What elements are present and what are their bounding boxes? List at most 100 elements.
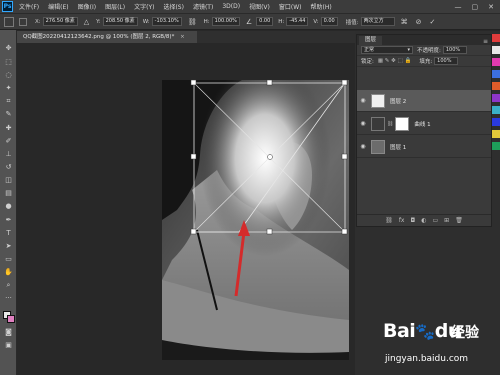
lasso-tool-icon[interactable]: ◌ — [3, 71, 14, 80]
transform-tool-icon — [4, 16, 14, 27]
h-skew-label: H: — [278, 18, 285, 25]
minimize-button[interactable]: — — [455, 3, 462, 11]
gradient-tool-icon[interactable]: ▤ — [3, 189, 14, 198]
cancel-icon[interactable]: ⊘ — [416, 18, 422, 26]
swatch-red[interactable] — [492, 34, 500, 42]
menu-file[interactable]: 文件(F) — [19, 2, 39, 11]
menu-select[interactable]: 选择(S) — [163, 2, 184, 11]
menu-view[interactable]: 视图(V) — [249, 2, 270, 11]
opacity-field[interactable]: 100% — [442, 46, 467, 54]
photoshop-logo: Ps — [2, 1, 13, 12]
menu-window[interactable]: 窗口(W) — [279, 2, 302, 11]
fill-field[interactable]: 100% — [434, 57, 459, 65]
opacity-label: 不透明度: — [417, 48, 441, 54]
layer-mask-thumbnail[interactable] — [395, 116, 410, 131]
h-skew-field[interactable]: -45.44 — [286, 17, 309, 26]
history-brush-tool-icon[interactable]: ↺ — [3, 163, 14, 172]
eye-icon[interactable]: ◉ — [357, 97, 369, 104]
magic-wand-tool-icon[interactable]: ✦ — [3, 84, 14, 93]
new-layer-icon[interactable]: ⊞ — [444, 217, 449, 224]
swatch-yellow[interactable] — [492, 130, 500, 138]
menu-image[interactable]: 图像(I) — [78, 2, 96, 11]
pen-tool-icon[interactable]: ✒ — [3, 216, 14, 225]
swatch-blue[interactable] — [492, 70, 500, 78]
warp-icon[interactable]: ⌘ — [401, 18, 408, 26]
lock-icons[interactable]: ▦ ✎ ✥ ⬚ 🔒 — [378, 58, 411, 64]
screen-mode-icon[interactable]: ▣ — [3, 341, 14, 350]
new-group-icon[interactable]: ▭ — [432, 217, 438, 224]
panel-menu-icon[interactable]: ≡ — [483, 38, 488, 45]
menu-help[interactable]: 帮助(H) — [311, 2, 332, 11]
layer-row[interactable]: ◉ ⛓ 曲线 1 — [357, 113, 491, 135]
menu-layer[interactable]: 图层(L) — [105, 2, 125, 11]
layer-row[interactable]: ◉ 图层 1 — [357, 136, 491, 158]
brush-tool-icon[interactable]: ✐ — [3, 137, 14, 146]
menu-filter[interactable]: 滤镜(T) — [193, 2, 213, 11]
swatch-white[interactable] — [492, 46, 500, 54]
menu-3d[interactable]: 3D(D) — [222, 3, 240, 10]
document-canvas-image[interactable] — [162, 80, 349, 360]
zoom-tool-icon[interactable]: ⌕ — [3, 281, 14, 290]
link-icon[interactable]: ⛓ — [188, 18, 197, 26]
path-selection-tool-icon[interactable]: ➤ — [3, 242, 14, 251]
more-tools-icon[interactable]: ··· — [3, 294, 14, 303]
background-color-swatch[interactable] — [7, 315, 15, 323]
eyedropper-tool-icon[interactable]: ✎ — [3, 110, 14, 119]
layer-row-selected[interactable]: ◉ 图层 2 — [357, 90, 491, 112]
blend-mode-select[interactable]: 正常 ▾ — [361, 46, 413, 54]
delta-icon[interactable]: △ — [84, 18, 89, 26]
chevron-down-icon: ▾ — [407, 47, 410, 53]
layer-name: 曲线 1 — [414, 121, 431, 128]
adjustment-layer-icon[interactable]: ◐ — [421, 217, 426, 224]
y-field[interactable]: 208.50 像素 — [102, 17, 138, 26]
layer-thumbnail — [371, 93, 385, 108]
menu-type[interactable]: 文字(Y) — [134, 2, 154, 11]
link-layers-icon[interactable]: ⛓ — [385, 217, 393, 224]
reference-point-icon[interactable] — [19, 17, 27, 26]
x-field[interactable]: 276.50 像素 — [42, 17, 78, 26]
dodge-tool-icon[interactable]: ● — [3, 202, 14, 211]
rectangle-tool-icon[interactable]: ▭ — [3, 255, 14, 264]
interpolation-select[interactable]: 两次立方 — [360, 17, 395, 26]
eye-icon[interactable]: ◉ — [357, 120, 369, 127]
options-bar: X: 276.50 像素 △ Y: 208.50 像素 W: -103.10% … — [0, 13, 500, 30]
type-tool-icon[interactable]: T — [3, 229, 14, 238]
w-field[interactable]: -103.10% — [151, 17, 182, 26]
angle-field[interactable]: 0.00 — [256, 17, 274, 26]
v-skew-field[interactable]: 0.00 — [320, 17, 338, 26]
swatch-green[interactable] — [492, 142, 500, 150]
check-icon[interactable]: ✓ — [429, 18, 435, 26]
document-tab[interactable]: QQ截图20220412123642.png @ 100% (图层 2, RGB… — [17, 31, 197, 43]
x-label: X: — [35, 18, 41, 25]
eraser-tool-icon[interactable]: ◫ — [3, 176, 14, 185]
healing-brush-tool-icon[interactable]: ✚ — [3, 124, 14, 133]
eye-icon[interactable]: ◉ — [357, 143, 369, 150]
close-window-button[interactable]: ✕ — [488, 3, 494, 11]
layer-style-icon[interactable]: fx — [399, 217, 405, 224]
swatch-deep-blue[interactable] — [492, 118, 500, 126]
maximize-button[interactable]: ▢ — [472, 3, 479, 11]
v-skew-label: V: — [313, 18, 319, 25]
menu-edit[interactable]: 编辑(E) — [48, 2, 68, 11]
portrait-photo — [162, 80, 349, 360]
w-label: W: — [142, 18, 150, 25]
y-label: Y: — [96, 18, 101, 25]
delete-layer-icon[interactable]: 🗑 — [455, 217, 463, 224]
swatch-cyan[interactable] — [492, 106, 500, 114]
tools-panel: ✥ ⬚ ◌ ✦ ⌗ ✎ ✚ ✐ ⊥ ↺ ◫ ▤ ● ✒ T ➤ ▭ ✋ ⌕ ··… — [0, 30, 17, 375]
clone-stamp-tool-icon[interactable]: ⊥ — [3, 150, 14, 159]
add-mask-icon[interactable]: ◘ — [410, 217, 415, 224]
quick-mask-icon[interactable]: ◙ — [3, 328, 14, 337]
move-tool-icon[interactable]: ✥ — [3, 44, 14, 53]
link-icon: ⛓ — [387, 120, 394, 127]
layers-tab[interactable]: 图层 — [359, 36, 383, 45]
h-field[interactable]: 100.00% — [211, 17, 240, 26]
hand-tool-icon[interactable]: ✋ — [3, 268, 14, 277]
swatch-orange[interactable] — [492, 82, 500, 90]
swatch-purple[interactable] — [492, 94, 500, 102]
lock-row: 锁定: ▦ ✎ ✥ ⬚ 🔒 填充: 100% — [357, 56, 491, 67]
close-tab-button[interactable]: × — [180, 34, 185, 40]
crop-tool-icon[interactable]: ⌗ — [3, 97, 14, 106]
swatch-magenta[interactable] — [492, 58, 500, 66]
marquee-tool-icon[interactable]: ⬚ — [3, 58, 14, 67]
